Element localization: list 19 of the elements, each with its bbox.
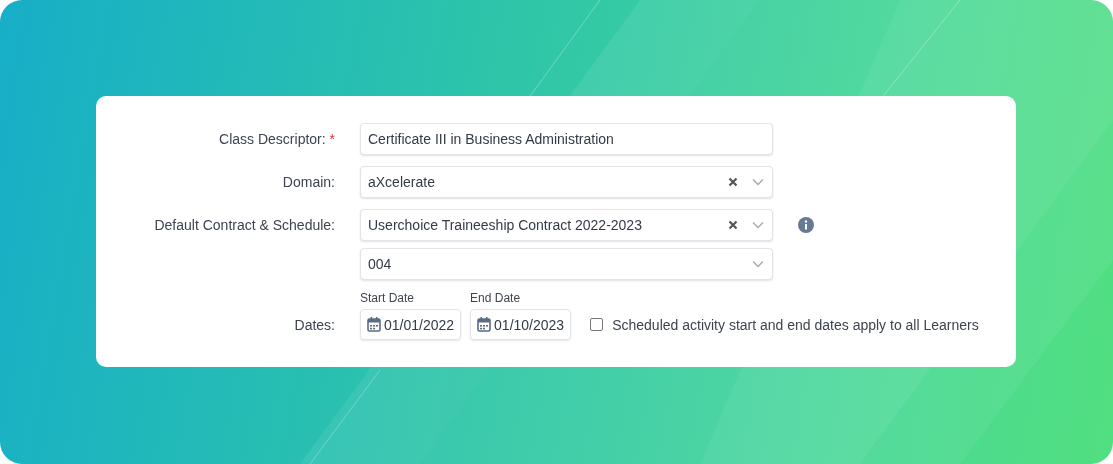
select-field[interactable]: 004 xyxy=(360,248,773,280)
text-field[interactable]: Certificate III in Business Administration xyxy=(360,123,773,155)
field-label: Class Descriptor: * xyxy=(219,131,335,147)
calendar-icon xyxy=(367,317,381,332)
field-label: Default Contract & Schedule: xyxy=(154,217,335,233)
clear-icon[interactable] xyxy=(728,177,738,187)
info-icon[interactable] xyxy=(798,217,814,233)
checkbox-label[interactable]: Scheduled activity start and end dates apply to all Learners xyxy=(612,316,979,333)
date-label: End Date xyxy=(470,291,522,305)
field-label: Dates: xyxy=(294,315,335,335)
date-field[interactable]: 01/01/2022 xyxy=(360,309,462,340)
select-field[interactable]: aXcelerate xyxy=(360,166,773,198)
field-label: Domain: xyxy=(282,174,335,190)
calendar-icon xyxy=(477,317,492,332)
checkbox[interactable] xyxy=(590,318,604,331)
select-field[interactable]: Userchoice Traineeship Contract 2022-2023 xyxy=(360,209,773,241)
clear-icon[interactable] xyxy=(728,220,738,230)
date-label: Start Date xyxy=(360,291,416,305)
date-field[interactable]: 01/10/2023 xyxy=(470,309,572,340)
